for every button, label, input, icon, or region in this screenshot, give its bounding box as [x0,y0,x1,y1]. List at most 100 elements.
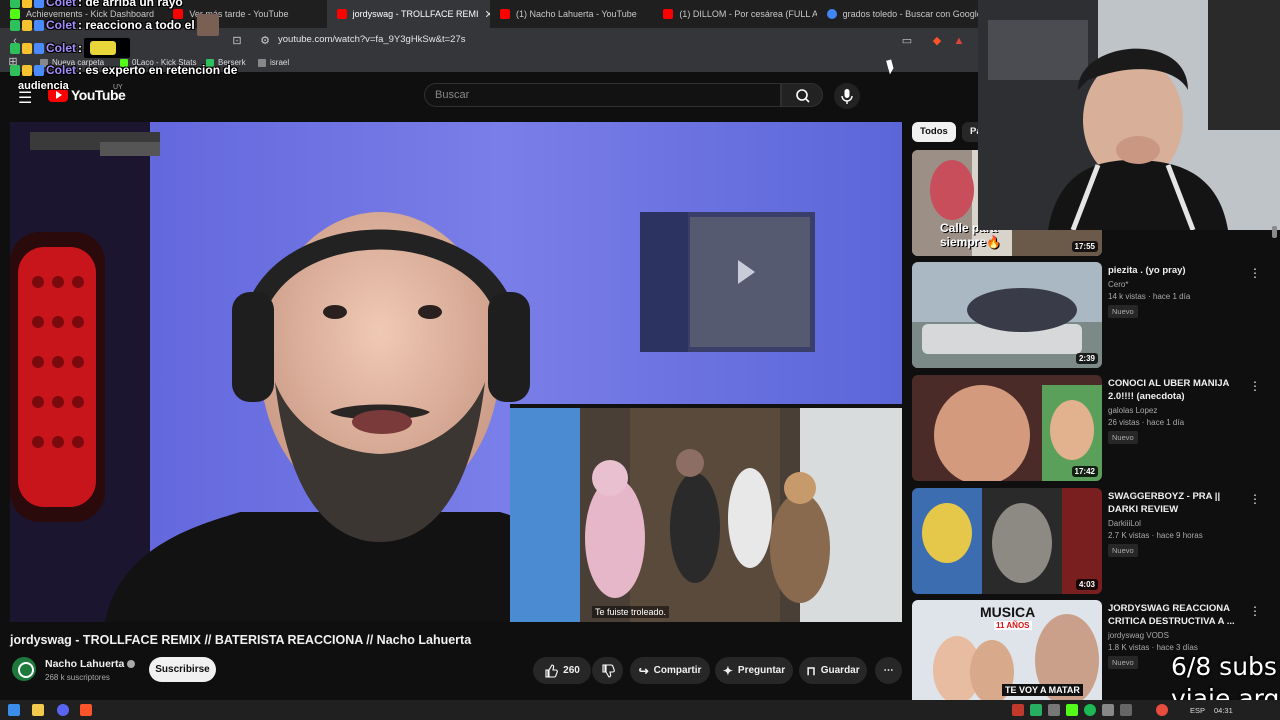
video-player[interactable]: Te fuiste troleado. [10,122,902,622]
cast-icon[interactable]: ▭ [900,34,914,48]
badge-icon [22,64,32,76]
bookmark-label: israel [270,58,290,67]
recommendation-item[interactable]: 2:39 piezita . (yo pray) Cero* 14 k vist… [912,262,1280,368]
tab-title: (1) Nacho Lahuerta - YouTube [515,9,637,19]
brave-browser-icon[interactable] [80,704,92,716]
video-duration: 17:42 [1071,466,1098,477]
inset-scene [510,408,902,622]
recommendation-channel[interactable]: jordyswag VODS [1108,631,1248,640]
chat-overlay-label: audiencia [18,80,69,92]
chat-text: : es experto en retencion de [78,63,238,77]
recommendation-meta: 26 vistas · hace 1 día [1108,418,1185,427]
thumbnail-image [912,488,1102,594]
video-thumbnail[interactable]: 4:03 [912,488,1102,594]
search-input[interactable]: Buscar [424,83,781,107]
file-explorer-icon[interactable] [32,704,44,716]
chat-username: Colet [46,18,76,32]
tray-app-icon[interactable] [1030,704,1042,716]
recommendation-item[interactable]: 17:42 CONOCI AL UBER MANIJA 2.0!!!! (ane… [912,375,1280,481]
recommendation-channel[interactable]: Cero* [1108,280,1248,289]
sidebar-scrollbar[interactable] [1272,226,1277,238]
dislike-button[interactable] [592,657,623,684]
chat-text: : reacciono a todo el [78,18,195,32]
ask-button[interactable]: ✦ Preguntar [715,657,793,684]
recommendation-item[interactable]: 4:03 SWAGGERBOYZ - PRA || DARKI REVIEW D… [912,488,1280,594]
video-thumbnail[interactable]: MUSICA 11 AÑOS TE VOY A MATAR [912,600,1102,706]
browser-tab[interactable]: (1) DILLOM - Por cesárea (FULL ALBU [653,0,817,28]
chat-emote-icon [84,38,130,58]
save-button[interactable]: ⊓ Guardar [799,657,867,684]
badge-icon [10,0,20,8]
tray-app-icon[interactable] [1102,704,1114,716]
recommendation-channel[interactable]: galolas Lopez [1108,406,1248,415]
verified-icon [127,660,136,669]
clock[interactable]: 04:31 [1214,706,1233,715]
chip-all[interactable]: Todos [912,122,956,142]
windows-start-icon[interactable] [8,704,20,716]
streamer-webcam [978,0,1280,230]
thumbnail-image [912,262,1102,368]
like-button[interactable]: 260 [533,657,591,684]
thumbs-down-icon [601,663,615,678]
input-language[interactable]: ESP [1190,706,1205,715]
search-button[interactable] [781,83,823,107]
channel-name[interactable]: Nacho Lahuerta [45,658,136,670]
badge-icon [34,42,44,54]
video-subtitle: Te fuiste troleado. [592,606,670,618]
discord-icon[interactable] [57,704,69,716]
recommendation-info: CONOCI AL UBER MANIJA 2.0!!!! (anecdota)… [1108,377,1248,445]
tray-app-icon[interactable] [1012,704,1024,716]
subscribe-button[interactable]: Suscribirse [149,657,216,682]
browser-tab[interactable]: grados toledo - Buscar con Google [817,0,980,28]
badge-icon [22,0,32,8]
browser-tab-active[interactable]: jordyswag - TROLLFACE REMI ✕ [326,0,490,28]
share-icon: ↪ [638,663,649,678]
like-count: 260 [563,665,580,676]
recommendation-info: piezita . (yo pray) Cero* 14 k vistas · … [1108,264,1248,319]
tray-app-icon[interactable] [1048,704,1060,716]
site-info-icon[interactable]: ⚙ [258,34,272,48]
channel-name-text: Nacho Lahuerta [45,658,125,670]
browser-tab[interactable]: (1) Nacho Lahuerta - YouTube [490,0,653,28]
share-label: Compartir [653,665,702,676]
more-options-icon[interactable]: ⋮ [1249,604,1261,618]
more-options-icon[interactable]: ⋮ [1249,492,1261,506]
voice-search-button[interactable] [834,83,860,109]
recommendation-meta: 2.7 K vistas · hace 9 horas [1108,531,1203,540]
thumbs-up-icon [545,663,558,678]
channel-avatar[interactable] [12,657,36,681]
sparkle-icon: ✦ [722,663,733,678]
rewards-icon[interactable]: ▲ [952,34,966,48]
bookmark-item[interactable]: israel [258,58,289,67]
chat-message: Colet : de arriba un rayo [10,0,183,9]
google-favicon-icon [826,9,837,19]
spotify-icon[interactable] [1084,704,1096,716]
brave-shield-icon[interactable]: ◆ [930,34,944,48]
tray-app-icon[interactable] [1156,704,1168,716]
video-duration: 4:03 [1075,579,1098,590]
video-thumbnail[interactable]: 17:42 [912,375,1102,481]
recommendation-title[interactable]: SWAGGERBOYZ - PRA || DARKI REVIEW [1108,490,1248,516]
more-icon: ⋯ [883,665,894,676]
url-field[interactable]: youtube.com/watch?v=fa_9Y3gHkSw&t=27s [278,34,465,45]
new-badge: Nuevo [1108,431,1138,444]
new-badge: Nuevo [1108,656,1138,669]
chat-text: : de arriba un rayo [78,0,183,9]
youtube-favicon-icon [336,9,347,19]
video-title: jordyswag - TROLLFACE REMIX // BATERISTA… [10,633,472,647]
recommendation-title[interactable]: piezita . (yo pray) [1108,264,1248,277]
tray-app-icon[interactable] [1066,704,1078,716]
recommendation-channel[interactable]: DarkiiiLol [1108,519,1248,528]
video-thumbnail[interactable]: 2:39 [912,262,1102,368]
chat-message: Colet : [10,38,130,58]
share-button[interactable]: ↪ Compartir [630,657,710,684]
bookmark-icon[interactable]: ⊡ [230,34,244,48]
more-options-icon[interactable]: ⋮ [1249,379,1261,393]
chat-username: Colet [46,63,76,77]
recommendation-title[interactable]: CONOCI AL UBER MANIJA 2.0!!!! (anecdota) [1108,377,1248,403]
more-options-icon[interactable]: ⋮ [1249,266,1261,280]
recommendation-title[interactable]: JORDYSWAG REACCIONA CRITICA DESTRUCTIVA … [1108,602,1248,628]
tray-app-icon[interactable] [1120,704,1132,716]
more-actions-button[interactable]: ⋯ [875,657,902,684]
thumbnail-text: MUSICA [980,604,1036,620]
